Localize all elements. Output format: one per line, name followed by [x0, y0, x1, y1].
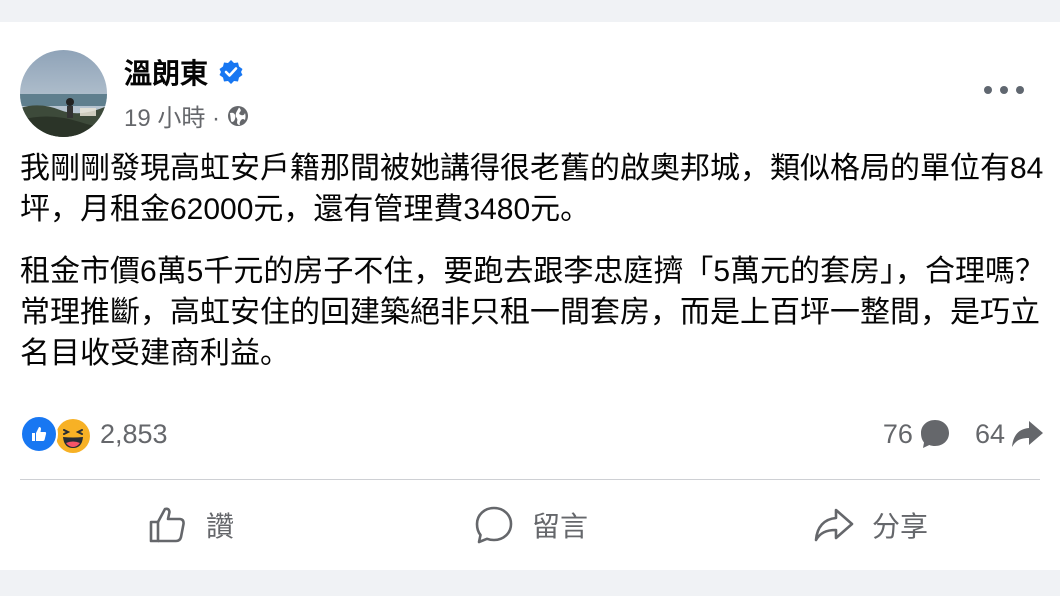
comment-icon: [475, 506, 513, 544]
author-avatar[interactable]: [20, 50, 107, 137]
share-label: 分享: [871, 511, 928, 542]
comment-bubble-icon: [920, 420, 949, 448]
comment-share-stats: 76 64: [883, 416, 1045, 452]
reaction-count: 2,853: [100, 418, 168, 449]
comment-label: 留言: [531, 511, 588, 542]
comment-count-value: 76: [882, 418, 913, 449]
share-button[interactable]: 分享: [700, 492, 1040, 558]
like-reaction-icon: [20, 415, 58, 453]
comment-count[interactable]: 76: [883, 416, 953, 452]
dot: [984, 86, 992, 94]
divider: [20, 479, 1040, 480]
more-options-icon[interactable]: [984, 76, 1024, 104]
share-arrow-icon: [1012, 421, 1043, 447]
post-timestamp[interactable]: 19 小時 ·: [124, 98, 220, 133]
comment-button[interactable]: 留言: [360, 492, 700, 558]
post-paragraph: 我剛剛發現高虹安戶籍那間被她講得很老舊的啟奧邦城，類似格局的單位有84坪，月租金…: [20, 152, 1044, 226]
post-paragraph: 租金市價6萬5千元的房子不住，要跑去跟李忠庭擠「5萬元的套房」，合理嗎？常理推斷…: [20, 255, 1046, 370]
share-icon: [814, 508, 854, 542]
globe-icon[interactable]: [226, 104, 250, 128]
post-body: 我剛剛發現高虹安戶籍那間被她講得很老舊的啟奧邦城，類似格局的單位有84坪，月租金…: [20, 148, 1050, 395]
engagement-bar: 2,853 76 64: [20, 412, 1045, 456]
share-count[interactable]: 64: [975, 416, 1045, 452]
share-count-value: 64: [974, 418, 1005, 449]
thumbs-up-icon: [149, 507, 185, 543]
post-meta: 19 小時 ·: [124, 98, 250, 133]
dot: [1016, 86, 1024, 94]
verified-badge-icon: [219, 60, 243, 84]
post-actions: 讚 留言 分享: [20, 492, 1040, 558]
author-header: 溫朗東: [124, 52, 244, 92]
like-label: 讚: [205, 511, 234, 542]
reactions-summary[interactable]: 2,853: [20, 415, 168, 453]
like-button[interactable]: 讚: [20, 492, 360, 558]
post-card: 溫朗東 19 小時 · 我剛剛發現高虹安戶籍那間被她講得很老舊的啟奧邦城，類似格…: [0, 22, 1060, 570]
author-name[interactable]: 溫朗東: [124, 52, 208, 92]
dot: [1000, 86, 1008, 94]
